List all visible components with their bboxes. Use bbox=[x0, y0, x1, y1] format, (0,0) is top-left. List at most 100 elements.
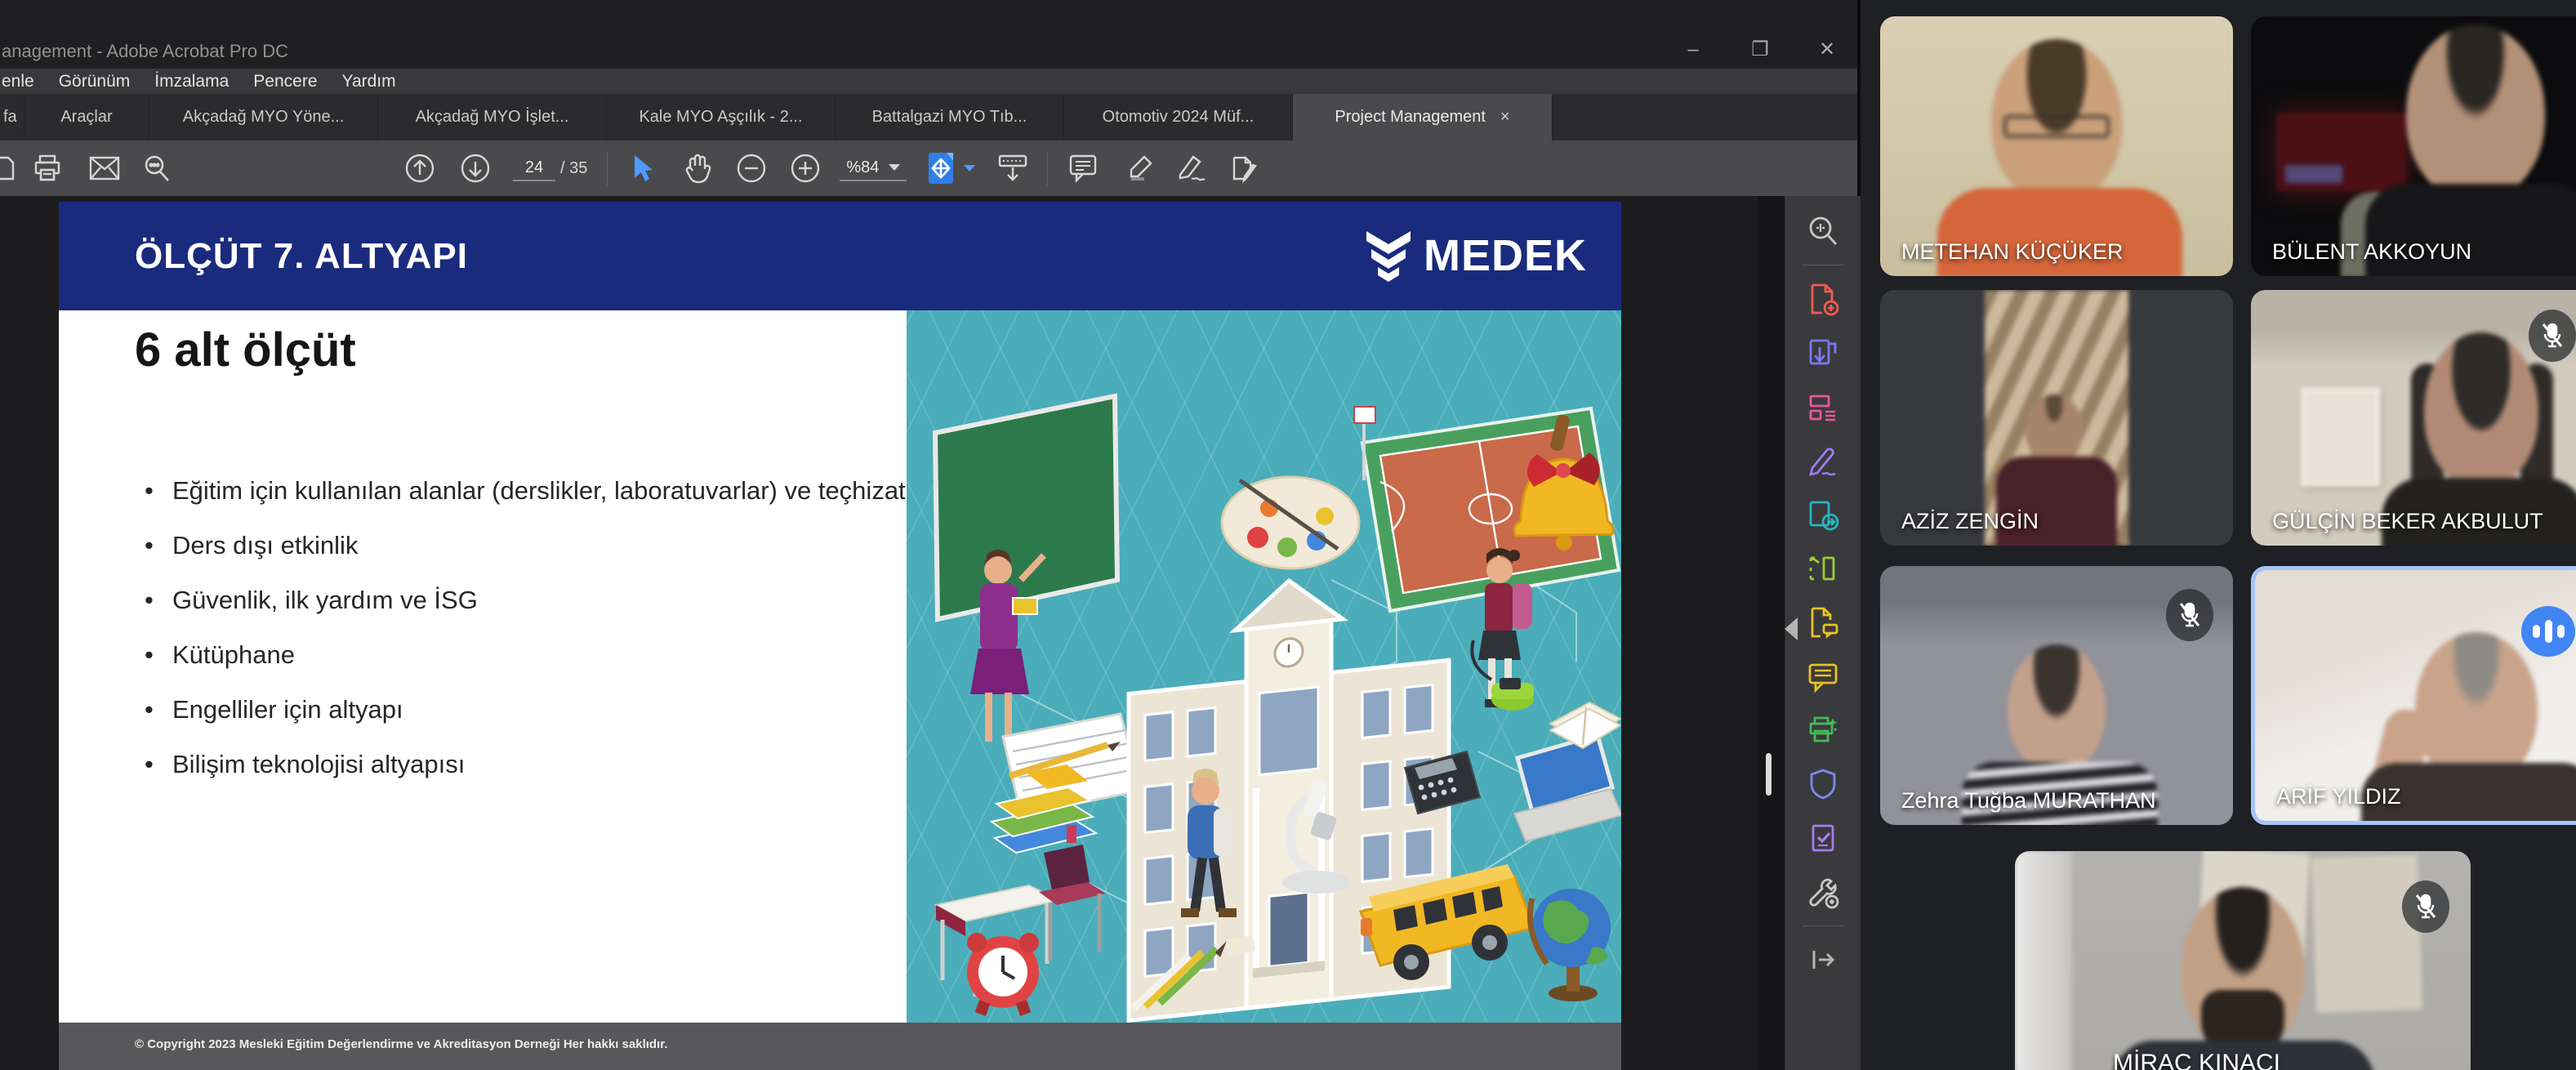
doc-tab-1[interactable]: Akçadağ MYO Yöne... bbox=[149, 94, 378, 140]
fill-and-sign-icon[interactable] bbox=[1805, 443, 1841, 479]
participant-name: METEHAN KÜÇÜKER bbox=[1901, 239, 2124, 265]
school-illustration bbox=[907, 310, 1621, 1023]
tab-close-icon[interactable]: × bbox=[1500, 108, 1510, 127]
doc-tab-3[interactable]: Kale MYO Aşçılık - 2... bbox=[607, 94, 836, 140]
menu-sign[interactable]: İmzalama bbox=[142, 72, 241, 91]
paint-palette-icon bbox=[1222, 477, 1359, 568]
doc-tab-2[interactable]: Akçadağ MYO İşlet... bbox=[378, 94, 607, 140]
fill-sign-icon[interactable] bbox=[1228, 152, 1260, 185]
fit-page-icon[interactable] bbox=[926, 152, 959, 185]
zoom-in-icon[interactable] bbox=[789, 152, 822, 185]
participant-video bbox=[2015, 851, 2471, 1070]
tab-tools[interactable]: Araçlar bbox=[25, 94, 149, 140]
tab-home-partial[interactable]: fa bbox=[0, 94, 25, 140]
comment-tool-icon[interactable] bbox=[1067, 152, 1100, 185]
doc-tab-active-label: Project Management bbox=[1335, 108, 1486, 127]
menu-bar: enle Görünüm İmzalama Pencere Yardım bbox=[0, 69, 1857, 94]
send-for-signature-icon[interactable] bbox=[1805, 497, 1841, 533]
video-tile-metehan[interactable]: METEHAN KÜÇÜKER bbox=[1880, 16, 2233, 276]
participant-name: Zehra Tuğba MURATHAN bbox=[1901, 788, 2156, 814]
slide-header-band: ÖLÇÜT 7. ALTYAPI MEDEK bbox=[59, 202, 1621, 310]
slide-bullet-list: Eğitim için kullanılan alanlar (derslikl… bbox=[138, 471, 914, 800]
mic-muted-icon bbox=[2402, 881, 2449, 933]
slide-footer-band: © Copyright 2023 Mesleki Eğitim Değerlen… bbox=[59, 1023, 1621, 1070]
print-production-icon[interactable] bbox=[1805, 712, 1841, 748]
document-area: ÖLÇÜT 7. ALTYAPI MEDEK 6 alt ölçüt Eğiti… bbox=[0, 196, 1857, 1070]
scan-and-ocr-icon[interactable] bbox=[1805, 551, 1841, 586]
doc-tab-4[interactable]: Battalgazi MYO Tıb... bbox=[836, 94, 1064, 140]
page-total-label: / 35 bbox=[560, 159, 587, 178]
participant-name: AZİZ ZENGİN bbox=[1901, 509, 2039, 534]
blackboard-teacher bbox=[935, 396, 1117, 742]
bullet-item: Kütüphane bbox=[138, 635, 914, 674]
fit-page-chevron-icon[interactable] bbox=[964, 165, 975, 172]
comment-icon[interactable] bbox=[1805, 658, 1841, 694]
video-tile-gulcin[interactable]: GÜLÇİN BEKER AKBULUT bbox=[2251, 290, 2576, 546]
speaking-indicator-icon bbox=[2521, 606, 2575, 657]
organize-pages-icon[interactable] bbox=[1805, 389, 1841, 425]
previous-page-icon[interactable] bbox=[403, 152, 436, 185]
bullet-item: Engelliler için altyapı bbox=[138, 690, 914, 729]
sign-pen-icon[interactable] bbox=[1175, 152, 1208, 185]
save-icon[interactable] bbox=[0, 152, 18, 185]
export-pdf-icon[interactable] bbox=[1805, 335, 1841, 371]
email-icon[interactable] bbox=[88, 152, 121, 185]
zoom-out-icon[interactable] bbox=[735, 152, 768, 185]
select-tool-icon[interactable] bbox=[627, 152, 660, 185]
participant-video bbox=[1880, 16, 2233, 276]
vertical-scrollbar[interactable] bbox=[1758, 196, 1785, 1070]
pdf-page: ÖLÇÜT 7. ALTYAPI MEDEK 6 alt ölçüt Eğiti… bbox=[59, 202, 1621, 1023]
document-canvas[interactable]: ÖLÇÜT 7. ALTYAPI MEDEK 6 alt ölçüt Eğiti… bbox=[0, 196, 1758, 1070]
zoom-level-value: %84 bbox=[846, 158, 879, 177]
video-tile-bulent[interactable]: BÜLENT AKKOYUN bbox=[2251, 16, 2576, 276]
bullet-item: Bilişim teknolojisi altyapısı bbox=[138, 745, 914, 783]
medek-logo: MEDEK bbox=[1362, 225, 1587, 287]
video-tile-aziz[interactable]: AZİZ ZENGİN bbox=[1880, 290, 2233, 546]
medek-logo-icon bbox=[1362, 225, 1415, 287]
globe-icon bbox=[1530, 889, 1611, 1001]
main-toolbar: 24 / 35 %84 bbox=[0, 140, 1857, 196]
participant-name: ARİF YILDIZ bbox=[2276, 784, 2401, 809]
highlighter-icon[interactable] bbox=[1123, 152, 1156, 185]
restore-icon[interactable]: ❐ bbox=[1748, 38, 1772, 62]
participant-name: MİRAÇ KINACI bbox=[2113, 1050, 2280, 1070]
menu-window[interactable]: Pencere bbox=[241, 72, 329, 91]
video-tile-mirac[interactable]: MİRAÇ KINACI bbox=[2015, 851, 2471, 1070]
menu-edit-partial[interactable]: enle bbox=[0, 72, 47, 91]
chevron-down-icon bbox=[889, 164, 900, 171]
menu-view[interactable]: Görünüm bbox=[47, 72, 143, 91]
doc-tab-active[interactable]: Project Management × bbox=[1293, 94, 1553, 140]
bullet-item: Ders dışı etkinlik bbox=[138, 526, 914, 564]
reading-mode-icon[interactable] bbox=[996, 152, 1029, 185]
more-tools-icon[interactable] bbox=[1805, 874, 1841, 910]
standards-icon[interactable] bbox=[1805, 820, 1841, 856]
books-stack-icon bbox=[992, 765, 1096, 853]
window-title: anagement - Adobe Acrobat Pro DC bbox=[2, 41, 288, 62]
create-pdf-icon[interactable] bbox=[1805, 281, 1841, 317]
doc-tab-5[interactable]: Otomotiv 2024 Müf... bbox=[1064, 94, 1293, 140]
next-page-icon[interactable] bbox=[459, 152, 492, 185]
meeting-panel: METEHAN KÜÇÜKER BÜLENT AKKOYUN AZİZ ZENG… bbox=[1864, 0, 2576, 1070]
page-number-input[interactable]: 24 bbox=[513, 155, 555, 181]
print-icon[interactable] bbox=[31, 152, 64, 185]
menu-help[interactable]: Yardım bbox=[330, 72, 408, 91]
search-icon[interactable] bbox=[140, 152, 173, 185]
video-tile-zehra[interactable]: Zehra Tuğba MURATHAN bbox=[1880, 566, 2233, 825]
acrobat-window: anagement - Adobe Acrobat Pro DC – ❐ ✕ e… bbox=[0, 0, 1861, 1070]
protect-icon[interactable] bbox=[1805, 766, 1841, 802]
window-controls: – ❐ ✕ bbox=[1681, 38, 1857, 62]
participant-name: GÜLÇİN BEKER AKBULUT bbox=[2272, 509, 2543, 534]
search-document-icon[interactable] bbox=[1805, 213, 1841, 249]
scrollbar-thumb[interactable] bbox=[1766, 753, 1772, 796]
close-icon[interactable]: ✕ bbox=[1815, 38, 1839, 62]
minimize-icon[interactable]: – bbox=[1681, 38, 1705, 62]
hand-tool-icon[interactable] bbox=[681, 152, 714, 185]
zoom-level-select[interactable]: %84 bbox=[840, 155, 907, 181]
video-tile-arif-active-speaker[interactable]: ARİF YILDIZ bbox=[2251, 566, 2576, 825]
mic-muted-icon bbox=[2529, 310, 2576, 362]
copyright-text: © Copyright 2023 Mesleki Eğitim Değerlen… bbox=[135, 1037, 667, 1051]
participant-video bbox=[1880, 290, 2233, 546]
expand-panel-icon[interactable] bbox=[1805, 942, 1841, 978]
participant-name: BÜLENT AKKOYUN bbox=[2272, 239, 2471, 265]
review-document-icon[interactable] bbox=[1805, 604, 1841, 640]
